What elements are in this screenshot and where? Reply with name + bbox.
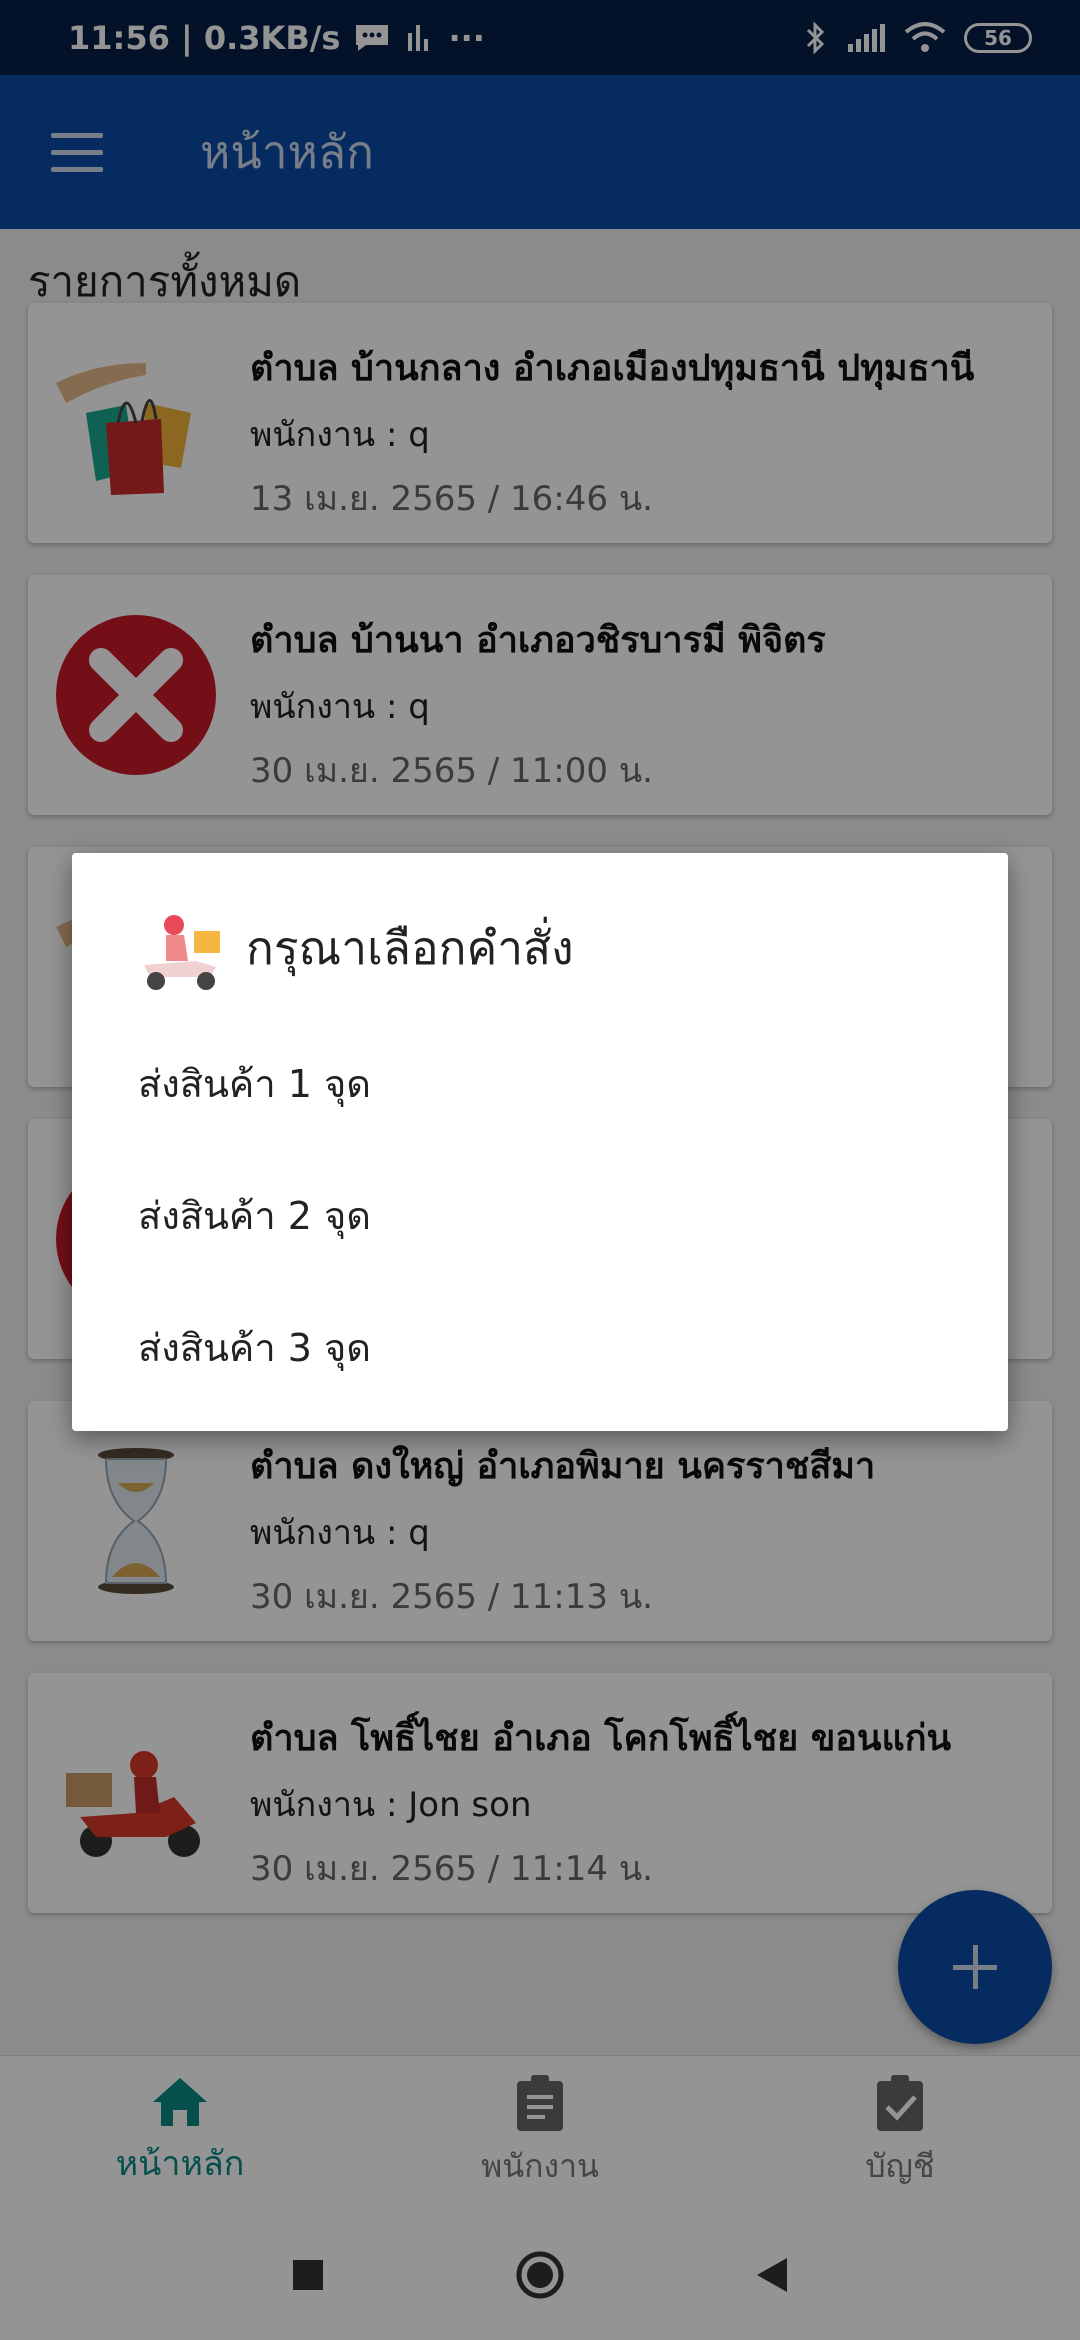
dialog-option-3[interactable]: ส่งสินค้า 3 จุด (138, 1317, 371, 1378)
command-dialog: กรุณาเลือกคำสั่ง ส่งสินค้า 1 จุด ส่งสินค… (72, 853, 1008, 1431)
dialog-title: กรุณาเลือกคำสั่ง (246, 920, 574, 975)
dialog-option-1[interactable]: ส่งสินค้า 1 จุด (138, 1053, 371, 1114)
delivery-rider-icon (144, 915, 220, 990)
dialog-option-2[interactable]: ส่งสินค้า 2 จุด (138, 1185, 371, 1246)
